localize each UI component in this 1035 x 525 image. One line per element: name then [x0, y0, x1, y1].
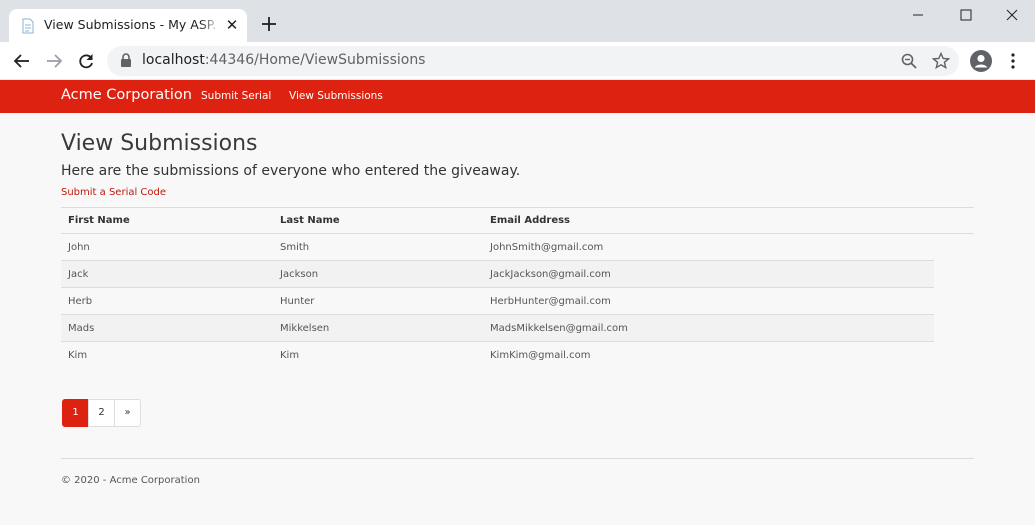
cell-last-name: Jackson [280, 269, 319, 280]
cell-email: JohnSmith@gmail.com [490, 242, 604, 253]
tab-title: View Submissions - My ASP.NET [44, 17, 216, 32]
page-description: Here are the submissions of everyone who… [61, 163, 521, 179]
table-row: Kim Kim KimKim@gmail.com [61, 342, 934, 369]
more-menu-icon[interactable] [1006, 51, 1020, 71]
cell-first-name: Kim [68, 350, 88, 361]
cell-first-name: Mads [68, 323, 95, 334]
reload-icon[interactable] [76, 51, 96, 71]
header-first-name: First Name [68, 215, 130, 226]
cell-last-name: Smith [280, 242, 310, 253]
table-header-row: First Name Last Name Email Address [61, 207, 974, 234]
table-row: Herb Hunter HerbHunter@gmail.com [61, 288, 934, 315]
cell-first-name: Jack [68, 269, 89, 280]
url-path: :44346/Home/ViewSubmissions [204, 52, 426, 68]
submit-serial-code-link[interactable]: Submit a Serial Code [61, 187, 166, 198]
tab-title-fade [199, 15, 221, 35]
table-row: Jack Jackson JackJackson@gmail.com [61, 261, 934, 288]
new-tab-icon[interactable] [259, 14, 279, 34]
cell-first-name: Herb [68, 296, 93, 307]
document-icon [22, 18, 34, 34]
lock-icon [121, 53, 131, 67]
minimize-icon[interactable] [903, 5, 933, 25]
footer-divider [61, 458, 974, 459]
site-navbar: Acme Corporation Submit Serial View Subm… [0, 80, 1035, 113]
footer-copyright: © 2020 - Acme Corporation [61, 475, 200, 486]
maximize-icon[interactable] [951, 5, 981, 25]
browser-tab[interactable]: View Submissions - My ASP.NET ✕ [9, 9, 247, 42]
browser-tab-strip: View Submissions - My ASP.NET ✕ [0, 0, 1035, 42]
brand-link[interactable]: Acme Corporation [61, 87, 192, 103]
nav-link-view-submissions[interactable]: View Submissions [289, 90, 383, 102]
table-row: John Smith JohnSmith@gmail.com [61, 234, 934, 261]
url-text: localhost:44346/Home/ViewSubmissions [142, 52, 425, 68]
cell-last-name: Kim [280, 350, 300, 361]
next-page-button[interactable]: » [114, 399, 141, 427]
back-arrow-icon[interactable] [12, 51, 32, 71]
cell-first-name: John [68, 242, 90, 253]
profile-avatar-icon[interactable] [970, 50, 992, 72]
nav-link-submit-serial[interactable]: Submit Serial [201, 90, 271, 102]
cell-email: MadsMikkelsen@gmail.com [490, 323, 628, 334]
cell-last-name: Mikkelsen [280, 323, 330, 334]
page-title: View Submissions [61, 131, 258, 156]
cell-email: HerbHunter@gmail.com [490, 296, 611, 307]
forward-arrow-icon[interactable] [44, 51, 64, 71]
window-close-icon[interactable] [997, 5, 1027, 25]
pagination: 1 2 » [62, 399, 141, 427]
browser-toolbar: localhost:44346/Home/ViewSubmissions [0, 42, 1035, 80]
url-host: localhost [142, 52, 205, 68]
address-bar[interactable]: localhost:44346/Home/ViewSubmissions [107, 46, 959, 76]
table-row: Mads Mikkelsen MadsMikkelsen@gmail.com [61, 315, 934, 342]
cell-email: KimKim@gmail.com [490, 350, 591, 361]
zoom-out-icon[interactable] [900, 52, 918, 70]
header-email-address: Email Address [490, 215, 571, 226]
submissions-table: First Name Last Name Email Address John … [61, 207, 974, 369]
cell-last-name: Hunter [280, 296, 315, 307]
cell-email: JackJackson@gmail.com [490, 269, 611, 280]
header-last-name: Last Name [280, 215, 340, 226]
page-2-button[interactable]: 2 [88, 399, 115, 427]
close-tab-icon[interactable]: ✕ [224, 17, 240, 33]
bookmark-star-icon[interactable] [932, 52, 950, 70]
page-1-button[interactable]: 1 [62, 399, 89, 427]
